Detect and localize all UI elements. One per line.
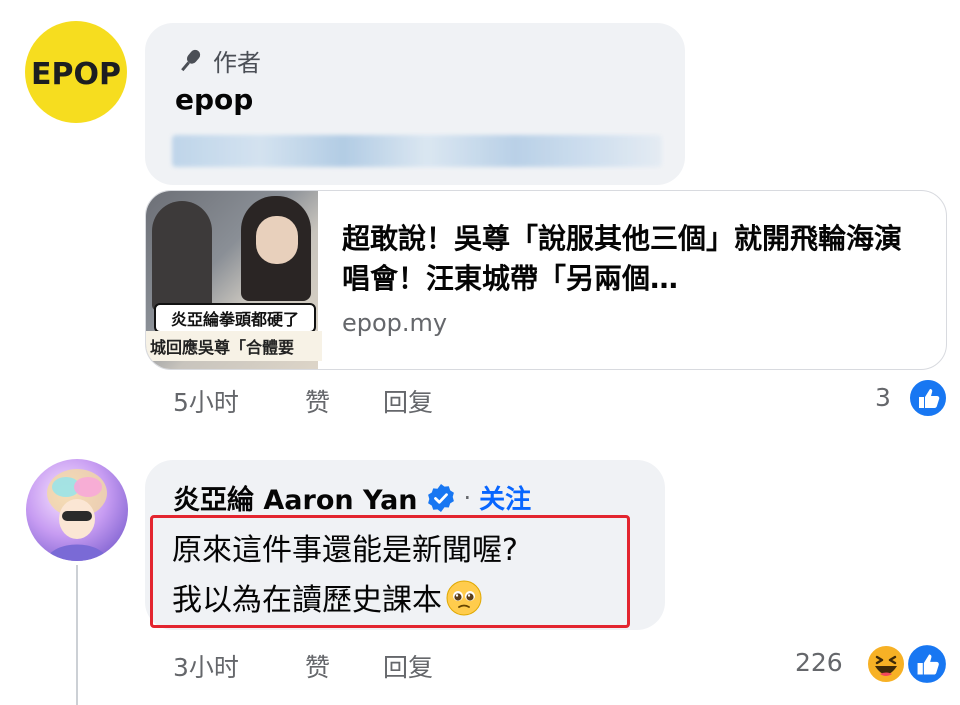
reaction-count[interactable]: 226: [795, 648, 843, 677]
separator-dot: ·: [463, 483, 472, 512]
pleading-face-emoji: [446, 580, 482, 624]
thumbnail-caption-2: 城回應吳尊「合體要: [146, 331, 322, 361]
link-preview-card[interactable]: 炎亞綸拳頭都硬了 城回應吳尊「合體要 超敢說！吳尊「說服其他三個」就開飛輪海演唱…: [145, 190, 947, 370]
epop-avatar[interactable]: EPOP: [25, 21, 127, 123]
microphone-icon: [175, 46, 205, 76]
link-preview-domain: epop.my: [342, 309, 448, 337]
epop-logo-icon: EPOP: [31, 57, 121, 92]
like-button[interactable]: 赞: [305, 383, 330, 419]
reply-thread-line: [76, 565, 78, 705]
aaron-yan-avatar[interactable]: [26, 459, 128, 561]
commenter-name-aaron-yan[interactable]: 炎亞綸 Aaron Yan: [173, 478, 418, 517]
like-reaction-icon[interactable]: [908, 378, 948, 422]
reply-button[interactable]: 回复: [383, 383, 433, 419]
commenter-header: 炎亞綸 Aaron Yan · 关注: [173, 478, 531, 517]
author-badge-label: 作者: [213, 49, 261, 77]
svg-text:EPOP: EPOP: [31, 57, 121, 92]
like-button[interactable]: 赞: [305, 648, 330, 684]
comment-timestamp[interactable]: 5小时: [173, 383, 239, 419]
verified-badge-icon: [426, 483, 456, 513]
blurred-comment-text: [172, 135, 662, 167]
reaction-count[interactable]: 3: [875, 383, 891, 412]
author-badge: 作者: [175, 43, 261, 78]
comment-timestamp[interactable]: 3小时: [173, 648, 239, 684]
link-preview-title[interactable]: 超敢說！吳尊「說服其他三個」就開飛輪海演唱會！汪東城帶「另兩個…: [342, 219, 922, 299]
link-preview-thumbnail: 炎亞綸拳頭都硬了 城回應吳尊「合體要: [146, 191, 322, 369]
haha-reaction-icon[interactable]: [865, 643, 907, 689]
follow-button[interactable]: 关注: [479, 479, 531, 516]
thumbnail-caption-1: 炎亞綸拳頭都硬了: [154, 303, 316, 333]
reply-button[interactable]: 回复: [383, 648, 433, 684]
commenter-name-epop[interactable]: epop: [175, 83, 253, 116]
comment-text-line-1: 原來這件事還能是新聞喔?: [172, 533, 518, 568]
comment-text-line-2: 我以為在讀歷史課本: [172, 575, 482, 624]
comment-text-line-2-text: 我以為在讀歷史課本: [172, 583, 442, 618]
like-reaction-icon[interactable]: [906, 643, 948, 689]
